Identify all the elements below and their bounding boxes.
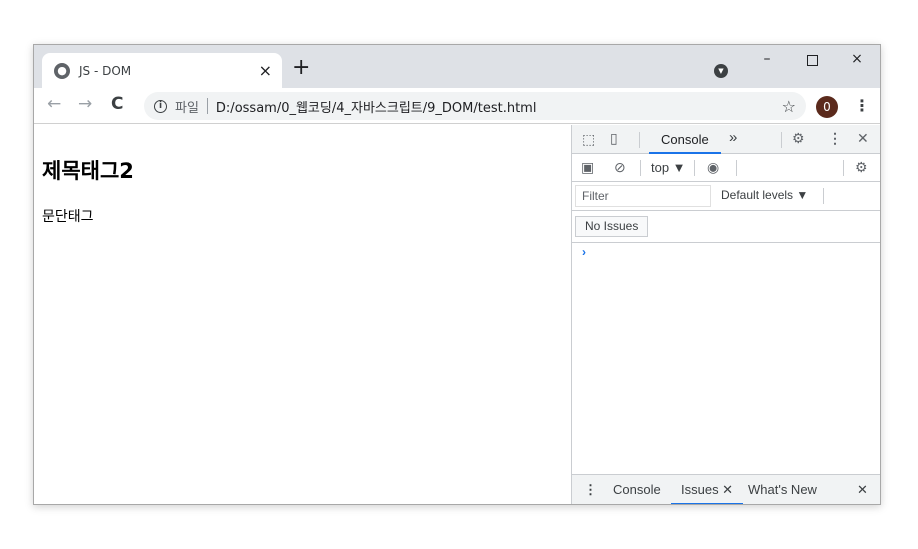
more-tabs-icon[interactable]: » — [729, 129, 737, 146]
globe-icon: ● — [54, 62, 70, 79]
console-toolbar: ▣ ⊘ top ▼ ◉ ⚙ — [572, 154, 880, 182]
drawer-tab-issues[interactable]: Issues ✕ — [671, 482, 744, 504]
toolbar-divider — [640, 160, 641, 176]
settings-gear-icon[interactable]: ⚙ — [792, 130, 805, 147]
filter-divider — [823, 188, 824, 204]
filter-input[interactable]: Filter — [575, 185, 711, 207]
tab-close-icon[interactable]: × — [259, 62, 272, 79]
minimize-button[interactable]: – — [744, 51, 790, 67]
bookmark-star-icon[interactable]: ☆ — [782, 97, 796, 116]
close-devtools-icon[interactable]: ✕ — [857, 130, 869, 147]
page-paragraph: 문단태그 — [42, 209, 94, 225]
drawer-menu-icon[interactable]: ⋮ — [584, 482, 597, 498]
browser-menu-icon[interactable]: ⋮ — [854, 96, 870, 115]
console-settings-icon[interactable]: ⚙ — [855, 159, 868, 176]
reload-icon[interactable]: C — [111, 96, 123, 113]
devtools-menu-icon[interactable]: ⋮ — [828, 130, 842, 147]
close-drawer-icon[interactable]: ✕ — [857, 482, 868, 498]
tab-divider — [639, 132, 640, 148]
browser-window: ● JS - DOM × + ▼ – × ← → C i 파일 D:/ossam… — [33, 44, 881, 505]
scheme-label: 파일 — [175, 100, 199, 116]
browser-tab[interactable]: ● JS - DOM × — [42, 53, 282, 88]
devtools-drawer: ⋮ Console Issues ✕ What's New ✕ — [572, 474, 880, 504]
context-selector[interactable]: top ▼ — [651, 160, 686, 175]
log-levels-dropdown[interactable]: Default levels ▼ — [721, 188, 808, 202]
page-heading: 제목태그2 — [42, 159, 134, 183]
toolbar-divider — [843, 160, 844, 176]
filter-row: Filter Default levels ▼ — [572, 182, 880, 211]
eye-icon[interactable]: ◉ — [707, 159, 719, 176]
tab-console[interactable]: Console — [649, 125, 721, 154]
info-icon[interactable]: i — [154, 99, 167, 113]
toolbar-divider — [736, 160, 737, 176]
drawer-tab-whats-new[interactable]: What's New — [748, 482, 817, 497]
drawer-tab-console[interactable]: Console — [613, 482, 661, 497]
sidebar-toggle-icon[interactable]: ▣ — [581, 159, 594, 176]
title-bar: ● JS - DOM × + ▼ – × — [34, 45, 880, 88]
maximize-button[interactable] — [789, 51, 835, 70]
tab-title: JS - DOM — [79, 63, 132, 78]
console-prompt-icon[interactable]: › — [582, 245, 586, 259]
url-text[interactable]: D:/ossam/0_웹코딩/4_자바스크립트/9_DOM/test.html — [216, 97, 537, 116]
page-content: 제목태그2 문단태그 — [34, 125, 571, 504]
inspect-element-icon[interactable]: ⬚ — [582, 131, 595, 148]
forward-arrow-icon[interactable]: → — [78, 96, 92, 113]
tab-search-icon[interactable]: ▼ — [714, 64, 728, 78]
browser-toolbar: ← → C i 파일 D:/ossam/0_웹코딩/4_자바스크립트/9_DOM… — [34, 88, 880, 124]
clear-console-icon[interactable]: ⊘ — [614, 159, 626, 176]
profile-avatar[interactable]: 0 — [816, 96, 838, 118]
address-divider — [206, 98, 208, 114]
devtools-tab-bar: ⬚ ▯ Console » ⚙ ⋮ ✕ — [572, 125, 880, 154]
close-window-button[interactable]: × — [834, 51, 880, 67]
toolbar-divider — [694, 160, 695, 176]
back-arrow-icon[interactable]: ← — [47, 96, 61, 113]
new-tab-button[interactable]: + — [292, 57, 310, 79]
device-toolbar-icon[interactable]: ▯ — [610, 130, 618, 147]
tab-divider — [781, 132, 782, 148]
maximize-icon — [806, 55, 818, 66]
no-issues-button[interactable]: No Issues — [575, 216, 649, 237]
devtools-panel: ⬚ ▯ Console » ⚙ ⋮ ✕ ▣ ⊘ top ▼ ◉ ⚙ Filter… — [571, 125, 880, 504]
address-bar[interactable]: i 파일 D:/ossam/0_웹코딩/4_자바스크립트/9_DOM/test.… — [144, 92, 806, 120]
issues-row: No Issues — [572, 211, 880, 243]
